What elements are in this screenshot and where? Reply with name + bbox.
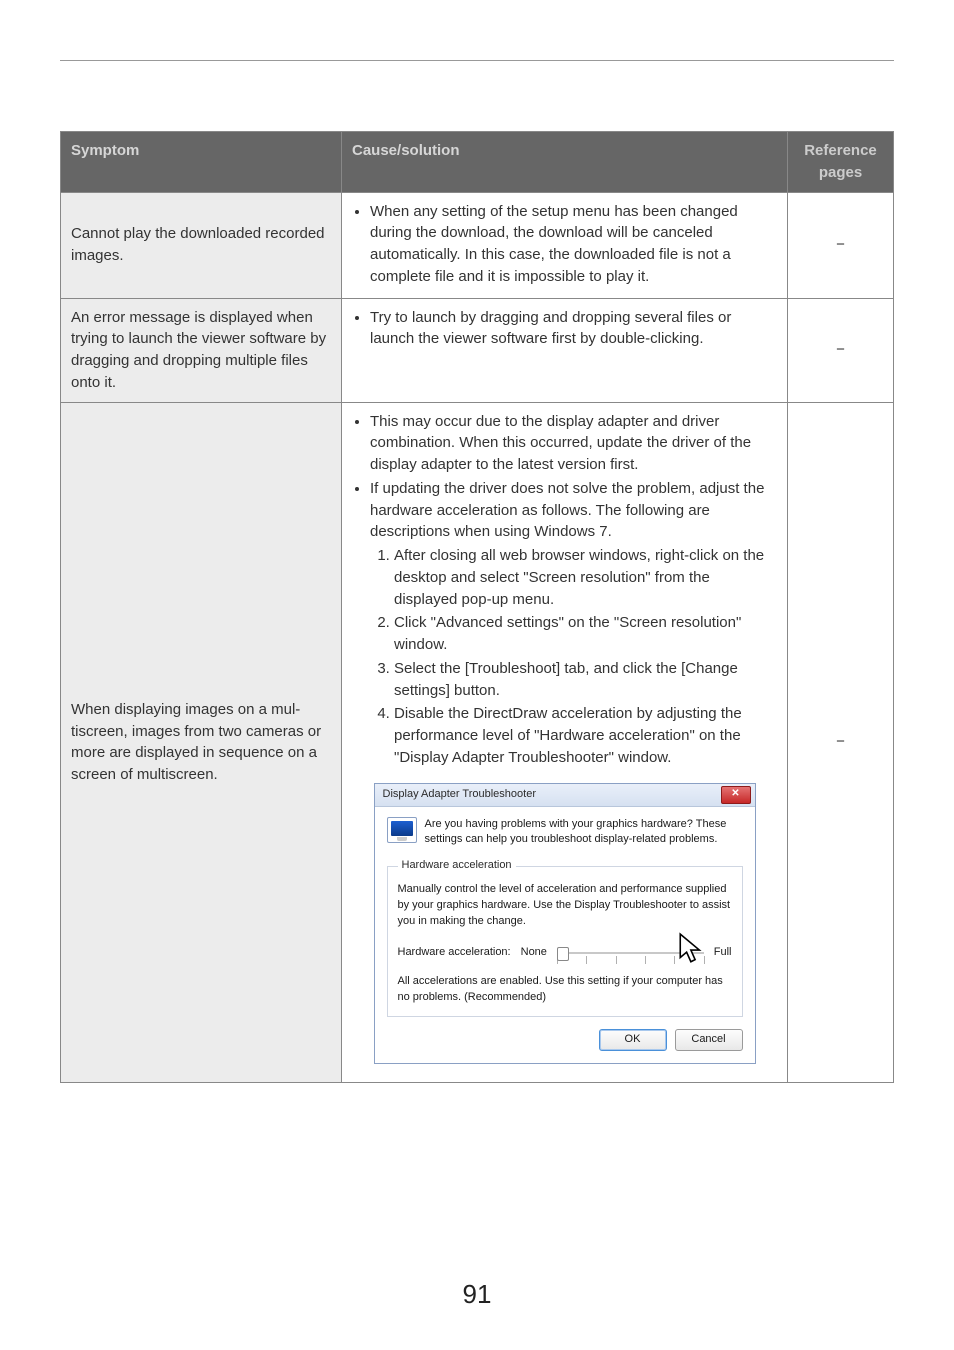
- dialog-titlebar: Display Adapter Troubleshooter ✕: [375, 784, 755, 807]
- close-button[interactable]: ✕: [721, 786, 751, 804]
- dialog-intro-text: Are you having problems with your graphi…: [425, 817, 743, 849]
- reference-cell: −: [788, 192, 894, 298]
- table-row: When displaying images on a mul­tiscreen…: [61, 402, 894, 1083]
- symptom-cell: Cannot play the downloaded recorded imag…: [61, 192, 342, 298]
- cause-bullet-text: If updating the driver does not solve th…: [370, 480, 764, 541]
- table-row: An error message is displayed when tryin…: [61, 298, 894, 402]
- col-header-symptom: Symptom: [61, 132, 342, 193]
- cause-step: Disable the DirectDraw acceleration by a…: [394, 703, 777, 768]
- cause-bullet: When any setting of the setup menu has b…: [370, 201, 777, 288]
- cause-cell: Try to launch by dragging and dropping s…: [342, 298, 788, 402]
- cause-bullet: If updating the driver does not solve th…: [370, 478, 777, 769]
- ok-button[interactable]: OK: [599, 1029, 667, 1051]
- col-header-cause: Cause/solution: [342, 132, 788, 193]
- reference-cell: −: [788, 298, 894, 402]
- cancel-button[interactable]: Cancel: [675, 1029, 743, 1051]
- slider-max-label: Full: [714, 945, 732, 961]
- cause-step: After closing all web browser windows, r…: [394, 545, 777, 610]
- dialog-title: Display Adapter Troubleshooter: [383, 787, 536, 803]
- hardware-acceleration-slider[interactable]: [557, 938, 704, 968]
- cause-cell: This may occur due to the display adapte…: [342, 402, 788, 1083]
- table-row: Cannot play the downloaded recorded imag…: [61, 192, 894, 298]
- hardware-acceleration-group: Hardware acceleration Manually control t…: [387, 858, 743, 1017]
- reference-cell: −: [788, 402, 894, 1083]
- cause-bullet: This may occur due to the display adapte…: [370, 411, 777, 476]
- cause-step: Click "Advanced settings" on the "Screen…: [394, 612, 777, 656]
- cause-step: Select the [Troubleshoot] tab, and click…: [394, 658, 777, 702]
- page-number: 91: [0, 1279, 954, 1310]
- slider-label: Hardware acceleration:: [398, 945, 511, 961]
- display-adapter-troubleshooter-dialog: Display Adapter Troubleshooter ✕ Are you…: [374, 783, 756, 1065]
- symptom-cell: An error message is displayed when tryin…: [61, 298, 342, 402]
- col-header-reference: Reference pages: [788, 132, 894, 193]
- group-description: Manually control the level of accelerati…: [398, 882, 732, 930]
- symptom-cell: When displaying images on a mul­tiscreen…: [61, 402, 342, 1083]
- cursor-pointer-icon: [676, 932, 710, 966]
- page-top-rule: [60, 60, 894, 61]
- group-legend: Hardware acceleration: [398, 858, 516, 874]
- troubleshooting-table: Symptom Cause/solution Reference pages C…: [60, 131, 894, 1083]
- cause-bullet: Try to launch by dragging and dropping s…: [370, 307, 777, 351]
- cause-cell: When any setting of the setup menu has b…: [342, 192, 788, 298]
- monitor-icon: [387, 817, 417, 843]
- slider-min-label: None: [521, 945, 547, 961]
- slider-note: All accelerations are enabled. Use this …: [398, 974, 732, 1006]
